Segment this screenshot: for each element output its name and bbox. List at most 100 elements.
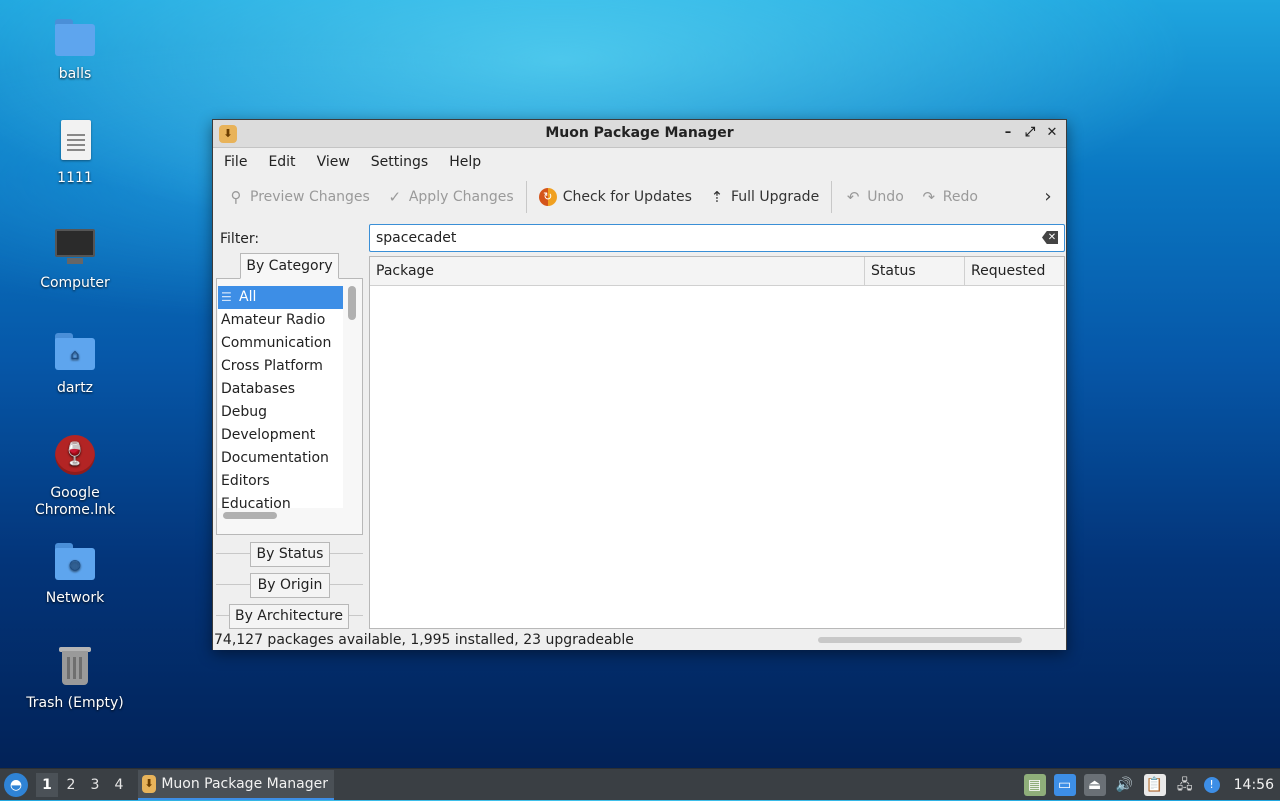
preview-changes-button[interactable]: ⚲ Preview Changes	[219, 182, 378, 212]
undo-icon: ↶	[846, 188, 860, 206]
desktop-icon-balls[interactable]: balls	[20, 16, 130, 83]
desktop-switch-3[interactable]: 3	[84, 773, 106, 797]
apply-changes-button[interactable]: ✓ Apply Changes	[378, 182, 522, 212]
update-notifier-icon[interactable]: !	[1203, 777, 1220, 793]
check-for-updates-button[interactable]: ↻ Check for Updates	[531, 182, 700, 212]
filter-label: Filter:	[220, 231, 260, 247]
category-horizontal-scrollbar[interactable]	[223, 512, 277, 519]
menu-file[interactable]: File	[217, 154, 254, 170]
close-icon[interactable]: ✕	[1046, 124, 1058, 142]
category-item-cross-platform[interactable]: Cross Platform	[218, 355, 343, 378]
category-item-editors[interactable]: Editors	[218, 470, 343, 493]
redo-button[interactable]: ↷ Redo	[912, 182, 986, 212]
category-item-amateur-radio[interactable]: Amateur Radio	[218, 309, 343, 332]
magnifier-icon: ⚲	[230, 188, 242, 206]
desktop-icon-1111[interactable]: 1111	[20, 120, 130, 187]
tab-by-category[interactable]: By Category	[240, 253, 339, 279]
redo-label: Redo	[942, 189, 978, 205]
desktop-icon-label: Network	[45, 590, 105, 606]
network-icon[interactable]: 🖧	[1174, 774, 1196, 796]
menu-edit[interactable]: Edit	[261, 154, 302, 170]
system-tray: ▤ ▭ ⏏ 🔊 📋 🖧 ! 14:56	[1023, 769, 1280, 801]
category-item-development[interactable]: Development	[218, 424, 343, 447]
apply-changes-label: Apply Changes	[408, 189, 514, 205]
start-menu-icon[interactable]: ◓	[4, 772, 28, 797]
desktop-icon-label: 1111	[57, 170, 93, 186]
menu-bar: File Edit View Settings Help	[213, 148, 1066, 176]
computer-icon	[53, 225, 97, 269]
desktop-icon-trash[interactable]: Trash (Empty)	[20, 645, 130, 712]
scrollbar-thumb[interactable]	[348, 286, 356, 320]
folder-icon	[53, 16, 97, 60]
volume-icon[interactable]: 🔊	[1114, 774, 1136, 796]
desktop-icon-computer[interactable]: Computer	[20, 225, 130, 292]
taskbar: ◓ 1 2 3 4 ⬇ Muon Package Manager ▤ ▭ ⏏ 🔊…	[0, 768, 1280, 800]
desktop-icon-network[interactable]: ◍ Network	[20, 540, 130, 607]
category-label: All	[239, 289, 257, 305]
toolbar-overflow-chevron-icon[interactable]: ›	[1038, 184, 1058, 210]
network-folder-icon: ◍	[53, 540, 97, 584]
desktop-icon-dartz[interactable]: ⌂ dartz	[20, 330, 130, 397]
column-header-requested[interactable]: Requested	[965, 257, 1064, 286]
undo-button[interactable]: ↶ Undo	[836, 182, 912, 212]
menu-help[interactable]: Help	[442, 154, 488, 170]
check-for-updates-label: Check for Updates	[562, 189, 692, 205]
tab-by-architecture[interactable]: By Architecture	[229, 604, 349, 629]
toolbar-separator	[525, 181, 527, 213]
desktop-switch-1[interactable]: 1	[36, 772, 58, 797]
menu-view[interactable]: View	[310, 154, 357, 170]
window-title: Muon Package Manager	[545, 125, 734, 141]
table-header: Package Status Requested	[370, 257, 1064, 286]
home-folder-icon: ⌂	[53, 330, 97, 374]
desktop-tray-icon[interactable]: ▭	[1053, 774, 1076, 796]
horizontal-scrollbar[interactable]	[818, 637, 1022, 643]
toolbar-separator	[831, 181, 833, 213]
category-item-databases[interactable]: Databases	[218, 378, 343, 401]
tab-by-status[interactable]: By Status	[250, 542, 330, 567]
full-upgrade-label: Full Upgrade	[730, 189, 820, 205]
toolbar: ⚲ Preview Changes ✓ Apply Changes ↻ Chec…	[213, 176, 1066, 218]
desktop-icon-label: Trash (Empty)	[26, 695, 124, 711]
maximize-icon[interactable]: ⤢	[1024, 124, 1036, 142]
tab-by-origin[interactable]: By Origin	[250, 573, 330, 598]
preview-changes-label: Preview Changes	[250, 189, 370, 205]
category-item-all[interactable]: ☰ All	[218, 286, 343, 309]
wine-glass-icon: 🍷	[53, 435, 97, 479]
desktop-icon-google-chrome[interactable]: 🍷 Google Chrome.lnk	[20, 435, 130, 519]
muon-app-icon: ⬇	[142, 774, 157, 793]
clipboard-icon[interactable]: 📋	[1143, 774, 1166, 796]
refresh-icon: ↻	[538, 188, 557, 206]
desktop-switch-4[interactable]: 4	[108, 773, 130, 797]
taskbar-item-label: Muon Package Manager	[161, 775, 328, 792]
redo-icon: ↷	[922, 188, 936, 206]
search-input[interactable]: spacecadet ✕	[369, 224, 1065, 252]
column-header-package[interactable]: Package	[370, 257, 865, 286]
taskbar-item-muon[interactable]: ⬇ Muon Package Manager	[138, 769, 334, 800]
menu-settings[interactable]: Settings	[364, 154, 435, 170]
title-bar[interactable]: ⬇ Muon Package Manager – ⤢ ✕	[213, 120, 1066, 148]
eject-tray-icon[interactable]: ⏏	[1083, 774, 1106, 796]
desktop-icon-label: Google Chrome.lnk	[35, 485, 116, 518]
category-item-communication[interactable]: Communication	[218, 332, 343, 355]
column-header-status[interactable]: Status	[865, 257, 965, 286]
category-list: ☰ All Amateur Radio Communication Cross P…	[218, 286, 343, 508]
list-icon: ☰	[221, 290, 232, 304]
file-manager-tray-icon[interactable]: ▤	[1023, 774, 1046, 796]
category-item-education[interactable]: Education	[218, 493, 343, 508]
trash-icon	[53, 645, 97, 689]
text-file-icon	[53, 120, 97, 164]
package-table: Package Status Requested	[369, 256, 1065, 629]
undo-label: Undo	[867, 189, 904, 205]
upgrade-arrow-icon: ⇡	[710, 188, 724, 206]
search-input-value: spacecadet	[376, 230, 457, 246]
desktop-switch-2[interactable]: 2	[60, 773, 82, 797]
full-upgrade-button[interactable]: ⇡ Full Upgrade	[700, 182, 827, 212]
clear-search-icon[interactable]: ✕	[1042, 231, 1058, 244]
muon-window: ⬇ Muon Package Manager – ⤢ ✕ File Edit V…	[212, 119, 1067, 650]
clock[interactable]: 14:56	[1234, 777, 1274, 793]
minimize-icon[interactable]: –	[1002, 124, 1014, 142]
category-item-debug[interactable]: Debug	[218, 401, 343, 424]
category-vertical-scrollbar[interactable]	[348, 286, 356, 508]
desktop-icon-label: balls	[58, 66, 92, 82]
category-item-documentation[interactable]: Documentation	[218, 447, 343, 470]
